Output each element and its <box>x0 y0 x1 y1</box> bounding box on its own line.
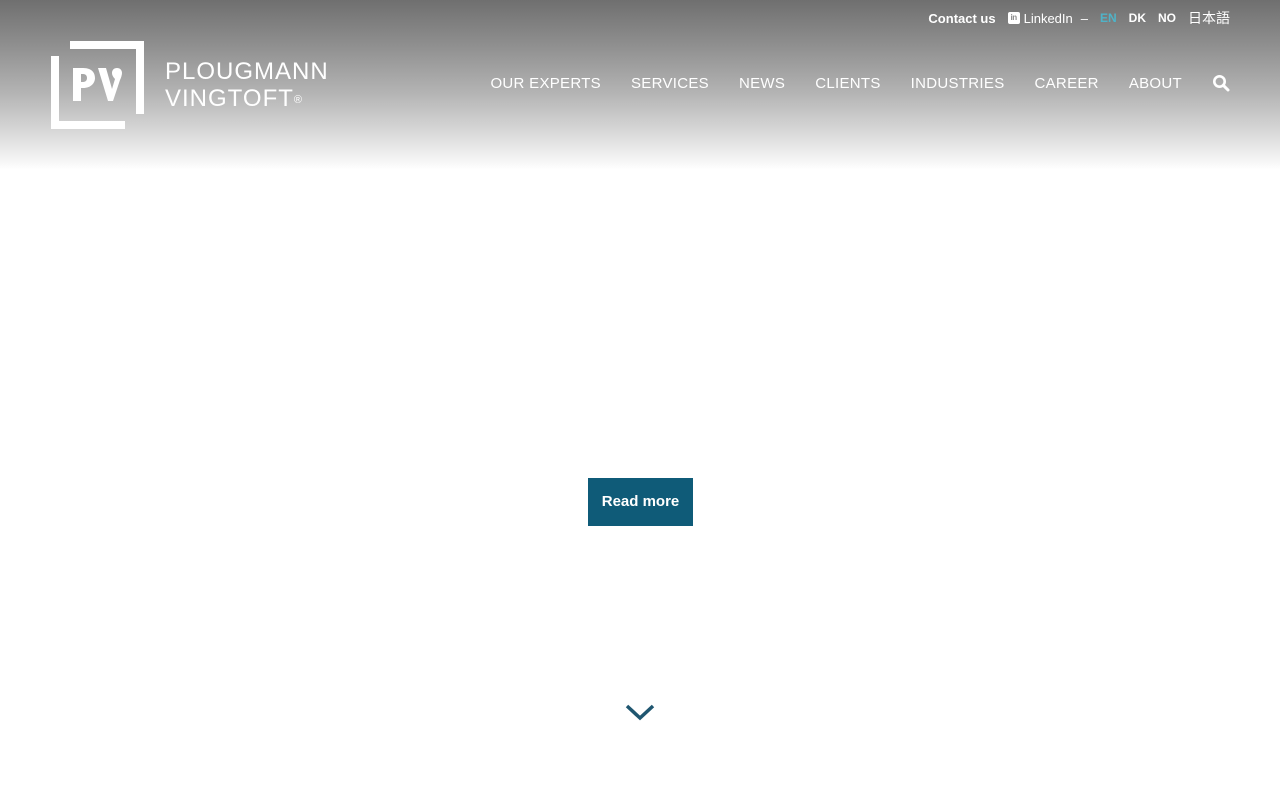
nav-item-career[interactable]: CAREER <box>1035 75 1099 92</box>
logo-line-2: VINGTOFT <box>165 85 294 112</box>
contact-us-link[interactable]: Contact us <box>928 11 995 26</box>
main-nav: OUR EXPERTS SERVICES NEWS CLIENTS INDUST… <box>490 72 1230 94</box>
language-en[interactable]: EN <box>1100 11 1117 25</box>
language-jp[interactable]: 日本語 <box>1188 8 1230 28</box>
nav-item-industries[interactable]: INDUSTRIES <box>911 75 1005 92</box>
logo-wordmark: PLOUGMANN VINGTOFT® <box>165 58 329 112</box>
linkedin-link[interactable]: in LinkedIn <box>1007 10 1073 26</box>
logo[interactable]: PLOUGMANN VINGTOFT® <box>51 41 341 131</box>
nav-item-our-experts[interactable]: OUR EXPERTS <box>490 75 601 92</box>
linkedin-icon: in <box>1007 12 1020 24</box>
pv-logo-mark <box>51 41 144 129</box>
language-no[interactable]: NO <box>1158 11 1176 25</box>
nav-item-clients[interactable]: CLIENTS <box>815 75 880 92</box>
logo-line-2-wrap: VINGTOFT® <box>165 85 329 112</box>
nav-item-services[interactable]: SERVICES <box>631 75 709 92</box>
separator: – <box>1080 10 1088 26</box>
search-icon[interactable] <box>1212 74 1230 92</box>
site-header: Contact us in LinkedIn – EN DK NO 日本語 PL… <box>0 0 1280 170</box>
utility-bar: Contact us in LinkedIn – EN DK NO 日本語 <box>928 8 1230 28</box>
logo-line-1: PLOUGMANN <box>165 58 329 85</box>
registered-mark: ® <box>293 94 303 106</box>
read-more-button[interactable]: Read more <box>588 478 693 526</box>
nav-item-about[interactable]: ABOUT <box>1129 75 1182 92</box>
language-dk[interactable]: DK <box>1129 11 1146 25</box>
page: Contact us in LinkedIn – EN DK NO 日本語 PL… <box>0 0 1280 800</box>
nav-item-news[interactable]: NEWS <box>739 75 785 92</box>
linkedin-label: LinkedIn <box>1023 10 1073 26</box>
chevron-down-icon[interactable] <box>624 702 656 724</box>
